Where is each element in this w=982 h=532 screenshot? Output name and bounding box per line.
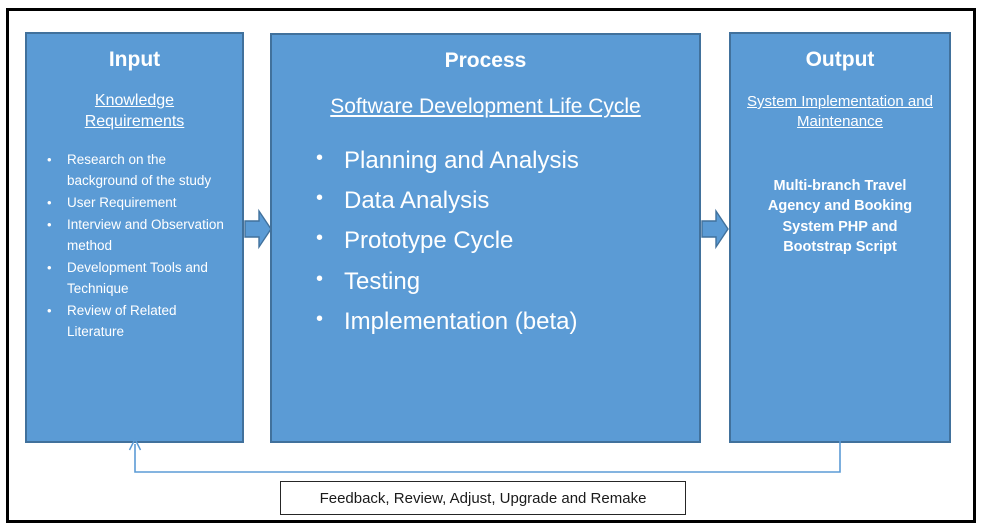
list-item: Interview and Observation method xyxy=(41,215,232,257)
list-item: User Requirement xyxy=(41,193,232,214)
input-box-title: Input xyxy=(108,48,161,71)
process-box-title: Process xyxy=(444,49,527,72)
list-item: Development Tools and Technique xyxy=(41,258,232,300)
list-item: Research on the background of the study xyxy=(41,150,232,192)
input-box: Input Knowledge Requirements Research on… xyxy=(25,32,244,443)
arrow-right-input-to-process-icon xyxy=(244,208,272,250)
list-item: Testing xyxy=(312,262,689,302)
feedback-loop-arrow-icon xyxy=(120,438,860,482)
output-box-title: Output xyxy=(805,48,875,71)
output-box-statement: Multi-branch Travel Agency and Booking S… xyxy=(767,177,913,256)
output-box: Output System Implementation and Mainten… xyxy=(729,32,951,443)
list-item: Review of Related Literature xyxy=(41,301,232,343)
list-item: Implementation (beta) xyxy=(312,302,689,342)
arrow-right-process-to-output-icon xyxy=(701,208,729,250)
process-box: Process Software Development Life Cycle … xyxy=(270,33,701,443)
diagram-canvas: Input Knowledge Requirements Research on… xyxy=(0,0,982,532)
input-bullet-list: Research on the background of the study … xyxy=(27,150,242,342)
process-bullet-list: Planning and Analysis Data Analysis Prot… xyxy=(272,141,699,343)
list-item: Data Analysis xyxy=(312,181,689,221)
feedback-label-text: Feedback, Review, Adjust, Upgrade and Re… xyxy=(319,489,647,507)
list-item: Planning and Analysis xyxy=(312,141,689,181)
process-box-subtitle: Software Development Life Cycle xyxy=(330,95,641,118)
input-box-subtitle: Knowledge Requirements xyxy=(84,92,185,131)
feedback-label-box: Feedback, Review, Adjust, Upgrade and Re… xyxy=(280,481,686,515)
output-box-subtitle: System Implementation and Maintenance xyxy=(747,93,933,130)
list-item: Prototype Cycle xyxy=(312,221,689,261)
